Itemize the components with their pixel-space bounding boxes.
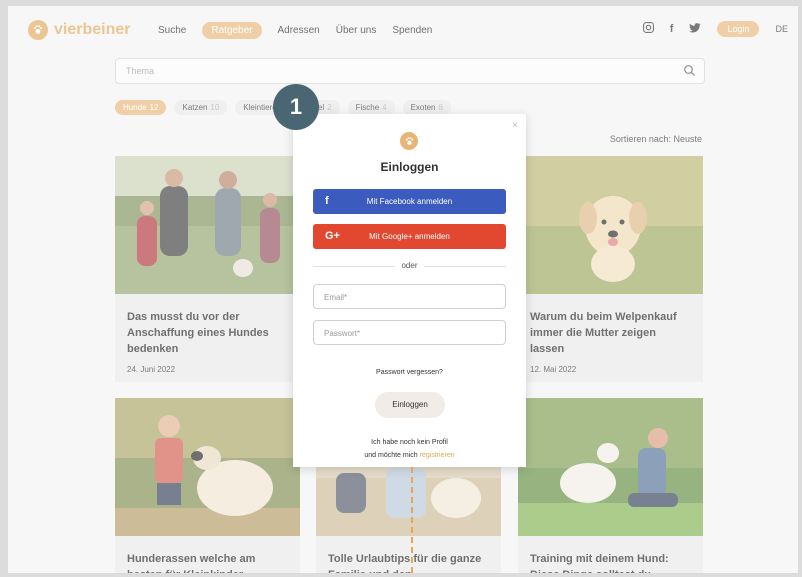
annotation-dashed-line [411,467,413,573]
google-login-label: Mit Google+ anmelden [369,232,450,241]
close-icon[interactable]: × [512,120,518,131]
password-field[interactable]: Passwort* [313,320,506,345]
register-line-2: und möchte mich registrieren [364,452,455,459]
register-text: Ich habe noch kein Profil und möchte mic… [293,436,526,462]
login-modal: × Einloggen f Mit Facebook anmelden G+ M… [293,114,526,467]
divider-text: oder [293,261,526,270]
register-link[interactable]: registrieren [420,452,455,459]
forgot-password-link[interactable]: Passwort vergessen? [293,369,526,376]
annotation-badge: 1 [273,84,319,130]
facebook-login-label: Mit Facebook anmelden [366,197,453,206]
submit-login-button[interactable]: Einloggen [375,392,445,418]
register-line-1: Ich habe noch kein Profil [371,439,448,446]
google-login-button[interactable]: G+ Mit Google+ anmelden [313,224,506,249]
facebook-login-button[interactable]: f Mit Facebook anmelden [313,189,506,214]
modal-title: Einloggen [380,160,439,174]
email-field[interactable]: Email* [313,284,506,309]
browser-frame: vierbeiner Suche Ratgeber Adressen Über … [8,6,798,573]
paw-icon [400,132,418,150]
